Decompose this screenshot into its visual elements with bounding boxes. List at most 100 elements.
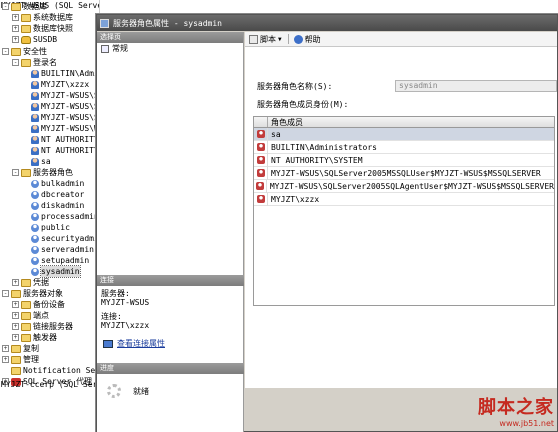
tree-item-label: sa xyxy=(41,157,51,166)
member-name: sa xyxy=(271,129,281,139)
expand-icon[interactable]: + xyxy=(12,312,19,319)
tree-item[interactable]: MYJZT-WSUS\SQL xyxy=(22,90,99,101)
collapse-icon[interactable]: - xyxy=(12,169,19,176)
tree-item-label: 复制 xyxy=(23,344,39,353)
role-icon xyxy=(31,179,39,188)
tree-item[interactable]: diskadmin xyxy=(22,200,84,211)
row-selector[interactable] xyxy=(254,153,268,167)
tree-item[interactable]: NT AUTHORITY\N xyxy=(22,134,99,145)
folder-icon xyxy=(11,344,21,353)
folder-icon xyxy=(21,311,31,320)
tree-item[interactable]: bulkadmin xyxy=(22,178,84,189)
tree-item-label: 端点 xyxy=(33,311,49,320)
window-icon xyxy=(100,18,109,28)
tree-item[interactable]: + SUSDB xyxy=(12,34,57,45)
server-label: 服务器: xyxy=(101,289,130,298)
row-selector[interactable] xyxy=(254,192,268,206)
tree-item[interactable]: - 数据库 xyxy=(2,1,47,12)
folder-icon xyxy=(21,13,31,22)
folder-icon xyxy=(21,300,31,309)
tree-item[interactable]: - 服务器对象 xyxy=(2,288,63,299)
tree-item[interactable]: + 备份设备 xyxy=(12,299,65,310)
member-icon xyxy=(256,130,265,138)
tree-item-label: MYJZT-WSUS\WSU xyxy=(41,124,99,133)
expand-icon[interactable]: + xyxy=(12,14,19,21)
table-row[interactable]: sa xyxy=(254,127,554,141)
folder-icon xyxy=(11,289,21,298)
table-row[interactable]: NT AUTHORITY\SYSTEM xyxy=(254,153,554,167)
watermark-url: www.jb51.net xyxy=(499,419,554,428)
tree-item-label: diskadmin xyxy=(41,201,85,210)
expand-icon[interactable]: + xyxy=(12,36,19,43)
row-selector[interactable] xyxy=(254,140,268,154)
folder-icon xyxy=(21,58,31,67)
tree-item[interactable]: MYJZT\xzzx xyxy=(22,79,89,90)
row-selector[interactable] xyxy=(254,179,267,193)
tree-item[interactable]: BUILTIN\Admini xyxy=(22,68,99,79)
tree-item[interactable]: + 触发器 xyxy=(12,332,57,343)
row-selector[interactable] xyxy=(254,166,268,180)
row-selector[interactable] xyxy=(254,127,268,141)
tree-item[interactable]: + 数据库快照 xyxy=(12,23,73,34)
tree-item[interactable]: securityadmin xyxy=(22,233,99,244)
page-icon xyxy=(101,45,109,53)
tree-item[interactable]: sysadmin xyxy=(22,265,81,278)
tree-item-label: 备份设备 xyxy=(33,300,65,309)
tree-item[interactable]: + 端点 xyxy=(12,310,49,321)
expand-icon[interactable]: + xyxy=(12,323,19,330)
dialog-titlebar[interactable]: 服务器角色属性 - sysadmin xyxy=(97,15,557,31)
tree-item[interactable]: + 链接服务器 xyxy=(12,321,73,332)
tree-item[interactable]: + 凭据 xyxy=(12,277,49,288)
help-button[interactable]: 帮助 xyxy=(293,34,321,45)
connection-label: 连接: xyxy=(101,312,122,321)
connection-header: 连接 xyxy=(97,275,244,286)
tree-item[interactable]: NT AUTHORITY\S xyxy=(22,145,99,156)
script-button[interactable]: 脚本 ▼ xyxy=(249,34,282,45)
tree-item[interactable]: processadmin xyxy=(22,211,99,222)
expand-icon[interactable]: + xyxy=(12,279,19,286)
tree-item[interactable]: - 服务器角色 xyxy=(12,167,73,178)
member-name: BUILTIN\Administrators xyxy=(271,142,377,152)
tree-item[interactable]: - 登录名 xyxy=(12,57,57,68)
tree-item[interactable]: MYJZT-WSUS\WSU xyxy=(22,123,99,134)
tree-item-label: Notification Services xyxy=(23,366,99,375)
table-row[interactable]: MYJZT\xzzx xyxy=(254,192,554,206)
tree-item[interactable]: - 安全性 xyxy=(2,46,47,57)
table-row[interactable]: MYJZT-WSUS\SQLServer2005SQLAgentUser$MYJ… xyxy=(254,179,554,193)
tree-item[interactable]: MYJZT-WSUS\SQL xyxy=(22,112,99,123)
login-icon xyxy=(31,102,39,111)
table-row[interactable]: BUILTIN\Administrators xyxy=(254,140,554,154)
expand-icon[interactable]: + xyxy=(12,25,19,32)
tree-item[interactable]: + 复制 xyxy=(2,343,39,354)
tree-item[interactable]: dbcreator xyxy=(22,189,84,200)
tree-item[interactable]: serveradmin xyxy=(22,244,94,255)
member-name: MYJZT-WSUS\SQLServer2005SQLAgentUser$MYJ… xyxy=(269,181,554,191)
grid-header-role-member[interactable]: 角色成员 xyxy=(268,117,303,127)
toolbar-separator xyxy=(287,34,289,44)
role-name-input: sysadmin xyxy=(395,80,557,92)
tree-item[interactable]: + 系统数据库 xyxy=(12,12,73,23)
role-members-grid[interactable]: 角色成员 sa BUILTIN\Administrators NT AUTHORIT… xyxy=(253,116,555,306)
member-icon xyxy=(256,143,265,151)
page-general[interactable]: 常规 xyxy=(97,43,243,55)
tree-item[interactable]: Notification Services xyxy=(2,365,99,376)
login-icon xyxy=(31,146,39,155)
tree-item[interactable]: sa xyxy=(22,156,51,167)
collapse-icon[interactable]: - xyxy=(12,59,19,66)
tree-item-label: MYJZT\xzzx xyxy=(41,80,90,89)
member-icon xyxy=(256,195,265,203)
collapse-icon[interactable]: - xyxy=(2,3,9,10)
tree-item[interactable]: MYJZT-WSUS\SQL xyxy=(22,101,99,112)
collapse-icon[interactable]: - xyxy=(2,290,9,297)
collapse-icon[interactable]: - xyxy=(2,48,9,55)
tree-item[interactable]: + 管理 xyxy=(2,354,39,365)
expand-icon[interactable]: + xyxy=(12,301,19,308)
expand-icon[interactable]: + xyxy=(2,356,9,363)
tree-item[interactable]: public xyxy=(22,222,70,233)
tree-item[interactable]: setupadmin xyxy=(22,255,89,266)
folder-icon xyxy=(21,322,31,331)
expand-icon[interactable]: + xyxy=(2,345,9,352)
view-connection-properties-link[interactable]: 查看连接属性 xyxy=(97,338,244,349)
table-row[interactable]: MYJZT-WSUS\SQLServer2005MSSQLUser$MYJZT-… xyxy=(254,166,554,180)
expand-icon[interactable]: + xyxy=(12,334,19,341)
